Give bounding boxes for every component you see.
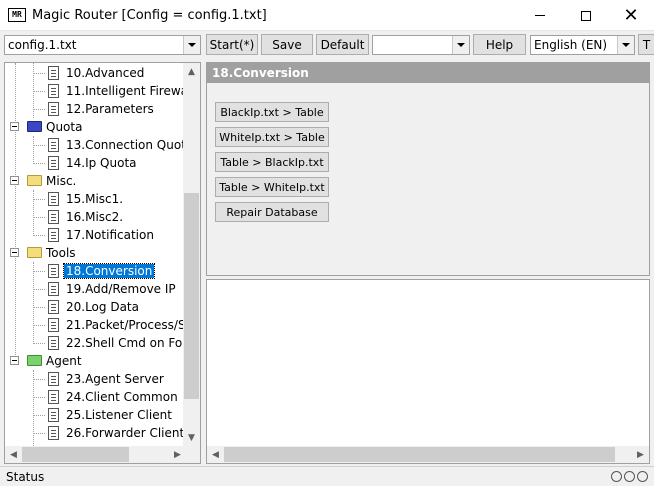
scroll-down-icon[interactable]: ▼	[183, 429, 200, 446]
window-title: Magic Router [Config = config.1.txt]	[32, 8, 267, 23]
title-bar: MR Magic Router [Config = config.1.txt] …	[0, 0, 654, 31]
collapse-icon[interactable]	[10, 248, 19, 257]
scrollbar-thumb[interactable]	[22, 447, 129, 462]
status-bar: Status	[0, 466, 654, 486]
tree-item[interactable]: 19.Add/Remove IP	[5, 280, 186, 298]
tree-item[interactable]: 23.Agent Server	[5, 370, 186, 388]
output-horizontal-scrollbar[interactable]: ◀ ▶	[207, 446, 649, 463]
maximize-button[interactable]	[563, 0, 609, 31]
document-icon	[48, 66, 59, 80]
collapse-icon[interactable]	[10, 176, 19, 185]
config-select-value: config.1.txt	[8, 38, 77, 52]
tree-group-tools[interactable]: Tools	[5, 244, 186, 262]
status-light-icon	[637, 471, 648, 482]
folder-icon	[27, 355, 42, 366]
document-icon	[48, 156, 59, 170]
tree-item[interactable]: 21.Packet/Process/S	[5, 316, 186, 334]
folder-icon	[27, 247, 42, 258]
tree-item[interactable]: 15.Misc1.	[5, 190, 186, 208]
document-icon	[48, 84, 59, 98]
conversion-panel: 18.Conversion BlackIp.txt > Table WhiteI…	[206, 62, 650, 276]
tree-item[interactable]: 24.Client Common	[5, 388, 186, 406]
status-light-icon	[624, 471, 635, 482]
scrollbar-thumb[interactable]	[224, 447, 615, 462]
minimize-icon	[535, 15, 545, 16]
table-to-blackip-button[interactable]: Table > BlackIp.txt	[215, 152, 329, 172]
tree-item[interactable]: 25.Listener Client	[5, 406, 186, 424]
chevron-down-icon[interactable]	[452, 36, 469, 54]
app-logo-icon: MR	[8, 8, 26, 22]
scroll-right-icon[interactable]: ▶	[632, 446, 649, 463]
chevron-down-icon[interactable]	[183, 36, 200, 54]
blackip-to-table-button[interactable]: BlackIp.txt > Table	[215, 102, 329, 122]
tree-item[interactable]: 13.Connection Quota	[5, 136, 186, 154]
tree-item-selected[interactable]: 18.Conversion	[5, 262, 186, 280]
tree-group-misc[interactable]: Misc.	[5, 172, 186, 190]
tree-item[interactable]: 14.Ip Quota	[5, 154, 186, 172]
document-icon	[48, 282, 59, 296]
tree-vertical-scrollbar[interactable]: ▲ ▼	[183, 63, 200, 446]
tree-group-quota[interactable]: Quota	[5, 118, 186, 136]
collapse-icon[interactable]	[10, 122, 19, 131]
navigation-tree[interactable]: 10.Advanced 11.Intelligent Firewal 12.Pa…	[4, 62, 201, 464]
tree-item[interactable]: 16.Misc2.	[5, 208, 186, 226]
panel-title: 18.Conversion	[207, 63, 649, 83]
tree-item[interactable]: 22.Shell Cmd on For	[5, 334, 186, 352]
scroll-up-icon[interactable]: ▲	[183, 63, 200, 80]
tree-item[interactable]: 11.Intelligent Firewal	[5, 82, 186, 100]
tree-item[interactable]: 10.Advanced	[5, 64, 186, 82]
folder-icon	[27, 175, 42, 186]
whiteip-to-table-button[interactable]: WhiteIp.txt > Table	[215, 127, 329, 147]
document-icon	[48, 228, 59, 242]
language-select-value: English (EN)	[534, 38, 608, 52]
scrollbar-corner	[183, 446, 200, 463]
scrollbar-thumb[interactable]	[184, 193, 199, 399]
document-icon	[48, 408, 59, 422]
truncated-button[interactable]: T	[638, 34, 654, 55]
default-button[interactable]: Default	[316, 34, 369, 55]
document-icon	[48, 138, 59, 152]
tree-group-agent[interactable]: Agent	[5, 352, 186, 370]
scroll-left-icon[interactable]: ◀	[5, 446, 22, 463]
close-icon: ✕	[623, 4, 639, 26]
status-light-icon	[611, 471, 622, 482]
document-icon	[48, 300, 59, 314]
document-icon	[48, 210, 59, 224]
document-icon	[48, 426, 59, 440]
tree-item[interactable]: 26.Forwarder Client	[5, 424, 186, 442]
folder-icon	[27, 121, 42, 132]
document-icon	[48, 336, 59, 350]
close-button[interactable]: ✕	[608, 0, 654, 31]
scroll-left-icon[interactable]: ◀	[207, 446, 224, 463]
repair-database-button[interactable]: Repair Database	[215, 202, 329, 222]
document-icon	[48, 192, 59, 206]
document-icon	[48, 102, 59, 116]
config-select[interactable]: config.1.txt	[4, 35, 201, 55]
minimize-button[interactable]	[517, 0, 563, 31]
maximize-icon	[581, 10, 591, 21]
tree-item[interactable]: 17.Notification	[5, 226, 186, 244]
tree-item[interactable]: 20.Log Data	[5, 298, 186, 316]
language-select[interactable]: English (EN)	[530, 35, 635, 55]
start-button[interactable]: Start(*)	[206, 34, 258, 55]
collapse-icon[interactable]	[10, 356, 19, 365]
output-area[interactable]: ◀ ▶	[206, 279, 650, 464]
help-button[interactable]: Help	[473, 34, 526, 55]
table-to-whiteip-button[interactable]: Table > WhiteIp.txt	[215, 177, 329, 197]
chevron-down-icon[interactable]	[617, 36, 634, 54]
tree-item[interactable]: 12.Parameters	[5, 100, 186, 118]
tree-horizontal-scrollbar[interactable]: ◀ ▶	[5, 446, 186, 463]
status-text: Status	[6, 470, 45, 484]
document-icon	[48, 372, 59, 386]
document-icon	[48, 318, 59, 332]
document-icon	[48, 390, 59, 404]
profile-select[interactable]	[372, 35, 470, 55]
document-icon	[48, 264, 59, 278]
save-button[interactable]: Save	[261, 34, 313, 55]
